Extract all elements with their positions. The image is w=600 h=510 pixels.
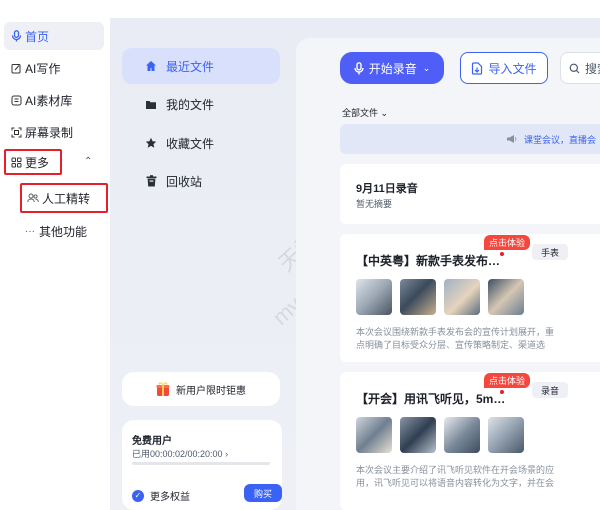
nav-other-features[interactable]: ··· 其他功能: [20, 216, 108, 246]
thumbnail-image: [356, 417, 392, 453]
buy-button[interactable]: 购买: [244, 484, 282, 502]
card-summary-line: 本次会议围绕新款手表发布会的宣传计划展开，重: [356, 327, 555, 337]
file-filter-dropdown[interactable]: 全部文件 ⌄: [342, 106, 388, 119]
sidebar-item-favorites-label: 收藏文件: [166, 136, 215, 151]
promo-label: 新用户限时钜惠: [176, 385, 246, 397]
vip-check-icon: ✓: [132, 489, 144, 502]
screen-record-icon: [10, 126, 22, 138]
sidebar-item-recent-label: 最近文件: [166, 59, 215, 74]
import-file-icon: [472, 61, 483, 75]
unread-dot: [500, 252, 504, 256]
search-placeholder: 搜索: [585, 61, 600, 76]
nav-manual-refine[interactable]: 人工精转: [20, 183, 108, 213]
microphone-icon: [354, 61, 364, 74]
content-panel: 开始录音 ⌄ 导入文件 搜索 全部文件 ⌄ 课堂会议，直播会 9月11日录音 暂…: [296, 38, 600, 510]
sidebar-item-recycle-bin[interactable]: 回收站: [122, 163, 280, 199]
nav-manual-refine-label: 人工精转: [42, 191, 91, 206]
nav-ai-write-label: AI写作: [25, 61, 61, 76]
user-card: 免费用户 已用00:00:02/00:20:00 › ✓ 更多权益 购买: [122, 420, 282, 510]
usage-progress-bar: [132, 462, 270, 465]
card-tag: 录音: [532, 382, 569, 398]
start-recording-button[interactable]: 开始录音 ⌄: [340, 52, 444, 84]
card-summary-line: 用，讯飞听见可以将语音内容转化为文字，并在会: [356, 478, 555, 488]
try-it-badge[interactable]: 点击体验: [484, 373, 531, 388]
more-benefits[interactable]: ✓ 更多权益: [132, 488, 190, 503]
start-recording-label: 开始录音: [368, 61, 417, 76]
thumbnail-image: [444, 417, 480, 453]
folder-icon: [144, 97, 158, 111]
list-item-date-recording[interactable]: 9月11日录音 暂无摘要: [340, 164, 600, 224]
library-icon: [10, 94, 22, 106]
user-plan: 免费用户: [132, 436, 172, 447]
import-file-button[interactable]: 导入文件: [460, 52, 548, 84]
microphone-icon: [10, 30, 22, 42]
card-tag: 手表: [532, 244, 569, 260]
unread-dot: [500, 390, 504, 394]
ellipsis-icon: ···: [25, 225, 35, 237]
trash-icon: [144, 174, 158, 188]
nav-screen-record[interactable]: 屏幕录制: [4, 118, 104, 146]
nav-ai-library[interactable]: AI素材库: [4, 86, 104, 114]
thumbnail-image: [356, 279, 392, 315]
nav-ai-library-label: AI素材库: [25, 93, 73, 108]
nav-more[interactable]: 更多: [4, 149, 62, 175]
star-icon: [144, 136, 158, 150]
thumbnail-image: [400, 279, 436, 315]
thumbnail-image: [488, 417, 524, 453]
card-summary-line: 本次会议主要介绍了讯飞听见软件在开会场景的应: [356, 465, 555, 475]
card-title: 【中英粤】新款手表发布…: [356, 254, 501, 268]
card-summary: 本次会议主要介绍了讯飞听见软件在开会场景的应 用，讯飞听见可以将语音内容转化为文…: [356, 464, 600, 490]
nav-more-label: 更多: [25, 155, 50, 170]
nav-ai-write[interactable]: AI写作: [4, 54, 104, 82]
home-icon: [144, 59, 158, 73]
list-item-card-watch-launch[interactable]: 【中英粤】新款手表发布… 点击体验 手表 本次会议围绕新款手表发布会的宣传计划展…: [340, 234, 600, 362]
thumbnail-row: [356, 279, 524, 315]
chevron-up-icon[interactable]: ⌃: [84, 156, 92, 167]
import-file-label: 导入文件: [488, 61, 537, 76]
banner-text: 课堂会议，直播会: [524, 134, 597, 145]
sidebar-item-my-files-label: 我的文件: [166, 97, 215, 112]
card-title: 【开会】用讯飞听见，5m…: [356, 392, 506, 406]
thumbnail-image: [488, 279, 524, 315]
thumbnail-row: [356, 417, 524, 453]
new-user-promo[interactable]: 新用户限时钜惠: [122, 372, 280, 406]
gift-icon: [156, 381, 170, 397]
megaphone-icon: [507, 135, 517, 143]
search-input[interactable]: 搜索: [560, 52, 600, 84]
try-it-badge[interactable]: 点击体验: [484, 235, 531, 250]
list-item-card-meeting[interactable]: 【开会】用讯飞听见，5m… 点击体验 录音 本次会议主要介绍了讯飞听见软件在开会…: [340, 372, 600, 510]
thumbnail-image: [400, 417, 436, 453]
search-icon: [569, 63, 580, 73]
nav-other-features-label: 其他功能: [39, 224, 88, 239]
users-icon: [27, 193, 39, 203]
grid-icon: [10, 156, 22, 168]
main-area: 最近文件 我的文件 收藏文件 回收站 新用户限时钜惠 免费用户 已用00:00:…: [110, 18, 600, 510]
more-benefits-label: 更多权益: [150, 492, 190, 503]
nav-home[interactable]: 首页: [4, 22, 104, 50]
nav-screen-record-label: 屏幕录制: [25, 125, 74, 140]
thumbnail-image: [444, 279, 480, 315]
sidebar-item-recycle-bin-label: 回收站: [166, 174, 203, 189]
date-recording-summary: 暂无摘要: [356, 199, 393, 209]
sidebar-item-favorites[interactable]: 收藏文件: [122, 125, 280, 161]
usage-text[interactable]: 已用00:00:02/00:20:00 ›: [132, 447, 228, 460]
scenario-banner[interactable]: 课堂会议，直播会: [340, 124, 600, 154]
edit-icon: [10, 62, 22, 74]
card-summary-line: 点明确了目标受众分层、宣传策略制定、渠道选: [356, 340, 546, 350]
sidebar-item-recent[interactable]: 最近文件: [122, 48, 280, 84]
left-navigation: 首页 AI写作 AI素材库 屏幕录制 更多 ⌃ 人工精转 ··· 其他功能: [0, 0, 110, 510]
chevron-down-icon: ⌄: [422, 62, 431, 73]
card-summary: 本次会议围绕新款手表发布会的宣传计划展开，重 点明确了目标受众分层、宣传策略制定…: [356, 326, 600, 352]
sidebar-item-my-files[interactable]: 我的文件: [122, 86, 280, 122]
date-recording-title: 9月11日录音: [356, 183, 418, 195]
nav-home-label: 首页: [25, 29, 50, 44]
